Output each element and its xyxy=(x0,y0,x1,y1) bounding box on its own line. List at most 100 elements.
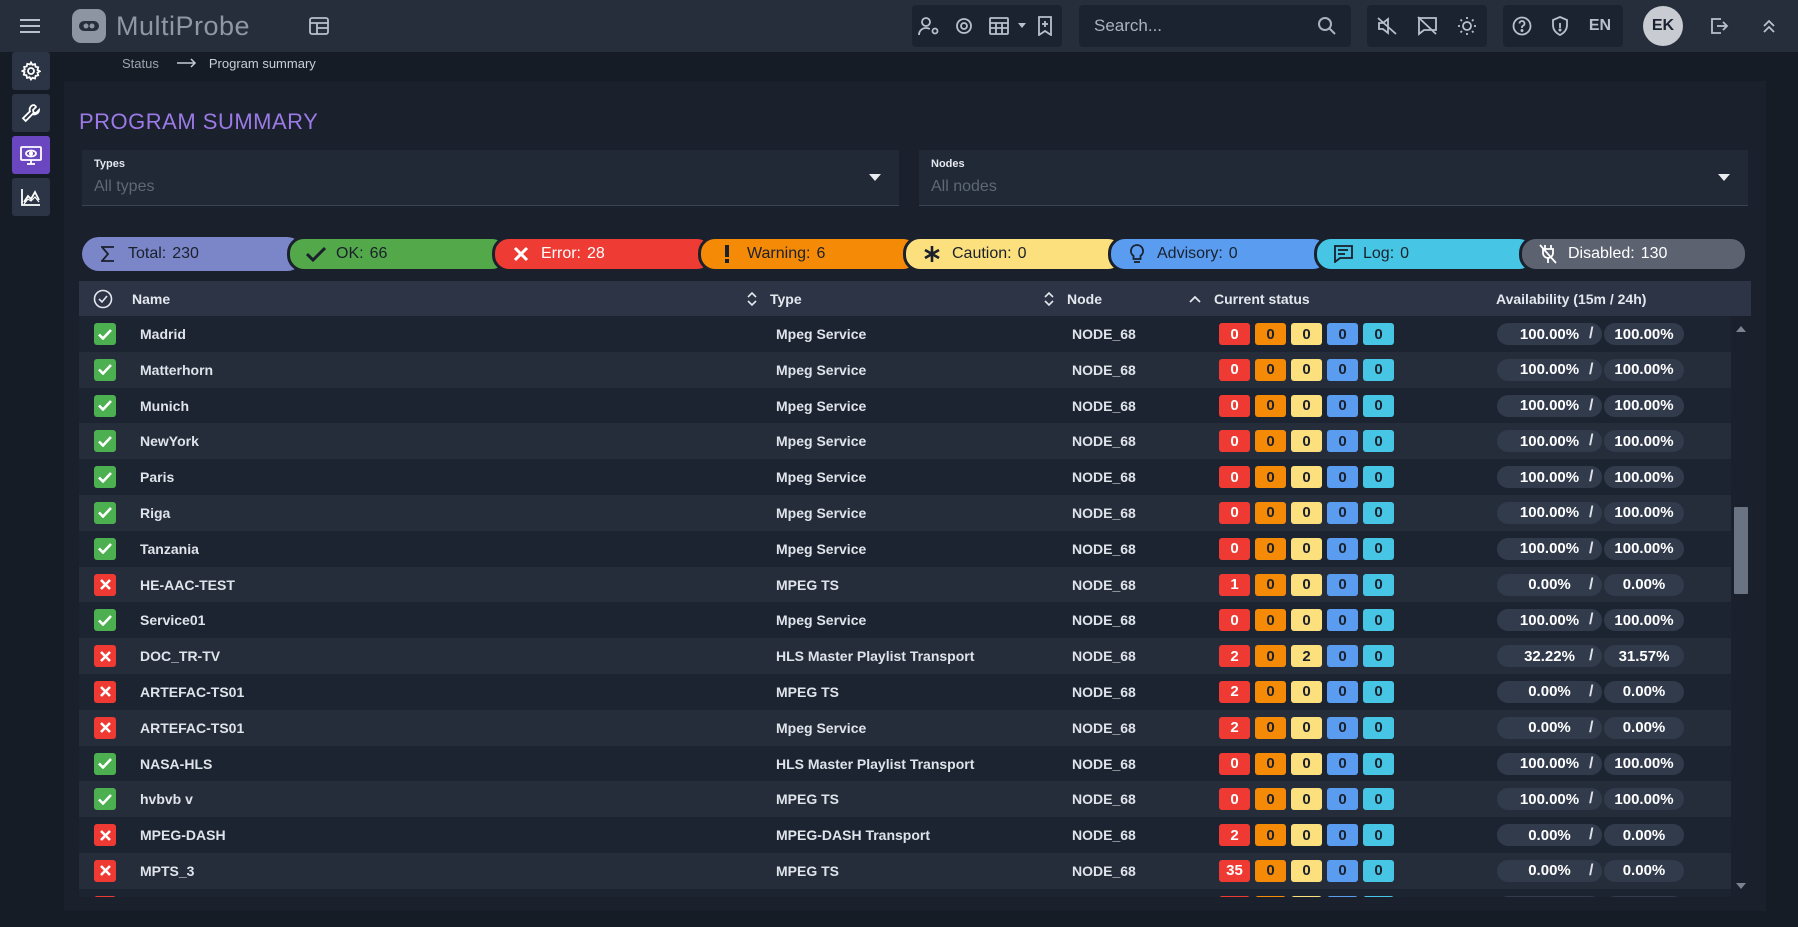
advisory-count-badge[interactable]: 0 xyxy=(1327,645,1358,668)
warning-count-badge[interactable]: 0 xyxy=(1255,609,1286,632)
advisory-count-badge[interactable]: 0 xyxy=(1327,609,1358,632)
caution-count-badge[interactable]: 0 xyxy=(1291,394,1322,417)
hamburger-menu-icon[interactable] xyxy=(10,8,50,44)
filter-total[interactable]: Total: 230 xyxy=(82,237,304,271)
caution-count-badge[interactable]: 0 xyxy=(1291,859,1322,882)
table-row[interactable]: NASA-HLS HLS Master Playlist Transport NOD… xyxy=(79,745,1731,782)
caution-count-badge[interactable]: 0 xyxy=(1291,430,1322,453)
advisory-count-badge[interactable]: 0 xyxy=(1327,824,1358,847)
log-count-badge[interactable]: 0 xyxy=(1363,645,1394,668)
caution-count-badge[interactable]: 0 xyxy=(1291,752,1322,775)
program-name[interactable]: NewYork xyxy=(140,423,199,459)
filter-ok[interactable]: OK: 66 xyxy=(287,236,509,272)
advisory-count-badge[interactable]: 0 xyxy=(1327,466,1358,489)
caution-count-badge[interactable]: 0 xyxy=(1291,716,1322,739)
caution-count-badge[interactable]: 0 xyxy=(1291,609,1322,632)
warning-count-badge[interactable]: 0 xyxy=(1255,537,1286,560)
warning-count-badge[interactable]: 0 xyxy=(1255,824,1286,847)
caution-count-badge[interactable]: 0 xyxy=(1291,537,1322,560)
table-row[interactable]: MPEG-DASH MPEG-DASH Transport NODE_68 2 0 0 0 0… xyxy=(79,817,1731,853)
advisory-count-badge[interactable]: 0 xyxy=(1327,680,1358,703)
table-row[interactable]: / xyxy=(79,888,1731,897)
warning-count-badge[interactable]: 0 xyxy=(1255,394,1286,417)
filter-caution[interactable]: Caution: 0 xyxy=(903,236,1125,272)
table-row[interactable]: MPTS_3 MPEG TS NODE_68 35 0 0 0 0 0.00%/0.00% xyxy=(79,852,1731,889)
advisory-count-badge[interactable]: 0 xyxy=(1327,573,1358,596)
table-row[interactable]: Paris Mpeg Service NODE_68 0 0 0 0 0 100.00%/100… xyxy=(79,459,1731,495)
bookmark-icon[interactable] xyxy=(1027,5,1062,47)
program-name[interactable]: Paris xyxy=(140,459,174,495)
table-row[interactable]: HE-AAC-TEST MPEG TS NODE_68 1 0 0 0 0 0.00%/0.00… xyxy=(79,566,1731,603)
table-row[interactable]: Service01 Mpeg Service NODE_68 0 0 0 0 0 100.00%… xyxy=(79,602,1731,639)
scroll-up-icon[interactable] xyxy=(1736,326,1746,332)
caution-count-badge[interactable]: 0 xyxy=(1291,323,1322,345)
program-name[interactable]: Madrid xyxy=(140,316,186,352)
program-name[interactable]: ARTEFAC-TS01 xyxy=(140,674,244,710)
table-row[interactable]: Riga Mpeg Service NODE_68 0 0 0 0 0 100.00%/100.… xyxy=(79,494,1731,531)
program-name[interactable]: Riga xyxy=(140,495,170,531)
warning-count-badge[interactable]: 0 xyxy=(1255,859,1286,882)
error-count-badge[interactable]: 2 xyxy=(1219,680,1250,703)
advisory-count-badge[interactable]: 0 xyxy=(1327,788,1358,811)
error-count-badge[interactable]: 0 xyxy=(1219,788,1250,811)
program-name[interactable]: Tanzania xyxy=(140,531,199,567)
warning-count-badge[interactable]: 0 xyxy=(1255,430,1286,453)
error-count-badge[interactable]: 0 xyxy=(1219,323,1250,345)
table-row[interactable]: Munich Mpeg Service NODE_68 0 0 0 0 0 100.00%/10… xyxy=(79,387,1731,424)
log-count-badge[interactable]: 0 xyxy=(1363,323,1394,345)
advisory-count-badge[interactable]: 0 xyxy=(1327,716,1358,739)
log-count-badge[interactable] xyxy=(1363,895,1394,897)
program-name[interactable]: DOC_TR-TV xyxy=(140,638,220,674)
search-box[interactable] xyxy=(1079,5,1351,47)
sort-ascending-icon[interactable] xyxy=(1189,281,1201,316)
log-count-badge[interactable]: 0 xyxy=(1363,501,1394,524)
filter-advisory[interactable]: Advisory: 0 xyxy=(1108,236,1330,272)
program-name[interactable]: Matterhorn xyxy=(140,352,213,388)
breadcrumb-status-link[interactable]: Status xyxy=(122,56,159,71)
column-type[interactable]: Type xyxy=(770,281,802,316)
log-count-badge[interactable]: 0 xyxy=(1363,466,1394,489)
advisory-count-badge[interactable]: 0 xyxy=(1327,430,1358,453)
types-select[interactable]: Types All types xyxy=(82,150,899,206)
double-chevron-up-icon[interactable] xyxy=(1752,9,1786,43)
caution-count-badge[interactable]: 0 xyxy=(1291,358,1322,381)
program-name[interactable]: NASA-HLS xyxy=(140,746,212,782)
table-row[interactable]: ARTEFAC-TS01 MPEG TS NODE_68 2 0 0 0 0 0.00%/0.0… xyxy=(79,673,1731,710)
warning-count-badge[interactable]: 0 xyxy=(1255,323,1286,345)
shield-icon[interactable] xyxy=(1541,5,1579,47)
program-name[interactable]: MPEG-DASH xyxy=(140,817,226,853)
scrollbar-thumb[interactable] xyxy=(1734,507,1748,594)
language-selector[interactable]: EN xyxy=(1579,17,1621,35)
user-settings-icon[interactable] xyxy=(912,5,947,47)
sort-icon[interactable] xyxy=(1044,281,1054,316)
search-icon[interactable] xyxy=(1317,16,1337,41)
brightness-icon[interactable] xyxy=(1447,5,1487,47)
warning-count-badge[interactable]: 0 xyxy=(1255,358,1286,381)
program-name[interactable]: HE-AAC-TEST xyxy=(140,567,235,603)
avatar[interactable]: EK xyxy=(1643,6,1683,46)
caution-count-badge[interactable]: 0 xyxy=(1291,680,1322,703)
caution-count-badge[interactable]: 0 xyxy=(1291,788,1322,811)
advisory-count-badge[interactable]: 0 xyxy=(1327,394,1358,417)
advisory-count-badge[interactable]: 0 xyxy=(1327,323,1358,345)
filter-warning[interactable]: Warning: 6 xyxy=(698,236,920,272)
error-count-badge[interactable]: 2 xyxy=(1219,645,1250,668)
column-name[interactable]: Name xyxy=(132,281,170,316)
app-logo[interactable]: MultiProbe xyxy=(72,8,250,44)
log-count-badge[interactable]: 0 xyxy=(1363,358,1394,381)
warning-count-badge[interactable]: 0 xyxy=(1255,466,1286,489)
column-node[interactable]: Node xyxy=(1067,281,1102,316)
log-count-badge[interactable]: 0 xyxy=(1363,537,1394,560)
filter-error[interactable]: Error: 28 xyxy=(492,236,714,272)
error-count-badge[interactable]: 0 xyxy=(1219,430,1250,453)
caret-down-icon[interactable] xyxy=(1016,5,1028,47)
nav-settings[interactable] xyxy=(12,52,50,90)
warning-count-badge[interactable]: 0 xyxy=(1255,680,1286,703)
log-count-badge[interactable]: 0 xyxy=(1363,752,1394,775)
scroll-down-icon[interactable] xyxy=(1736,883,1746,889)
error-count-badge[interactable]: 0 xyxy=(1219,537,1250,560)
nav-tools[interactable] xyxy=(12,94,50,132)
help-icon[interactable] xyxy=(1503,5,1541,47)
warning-count-badge[interactable]: 0 xyxy=(1255,501,1286,524)
caret-down-icon[interactable] xyxy=(869,174,881,181)
